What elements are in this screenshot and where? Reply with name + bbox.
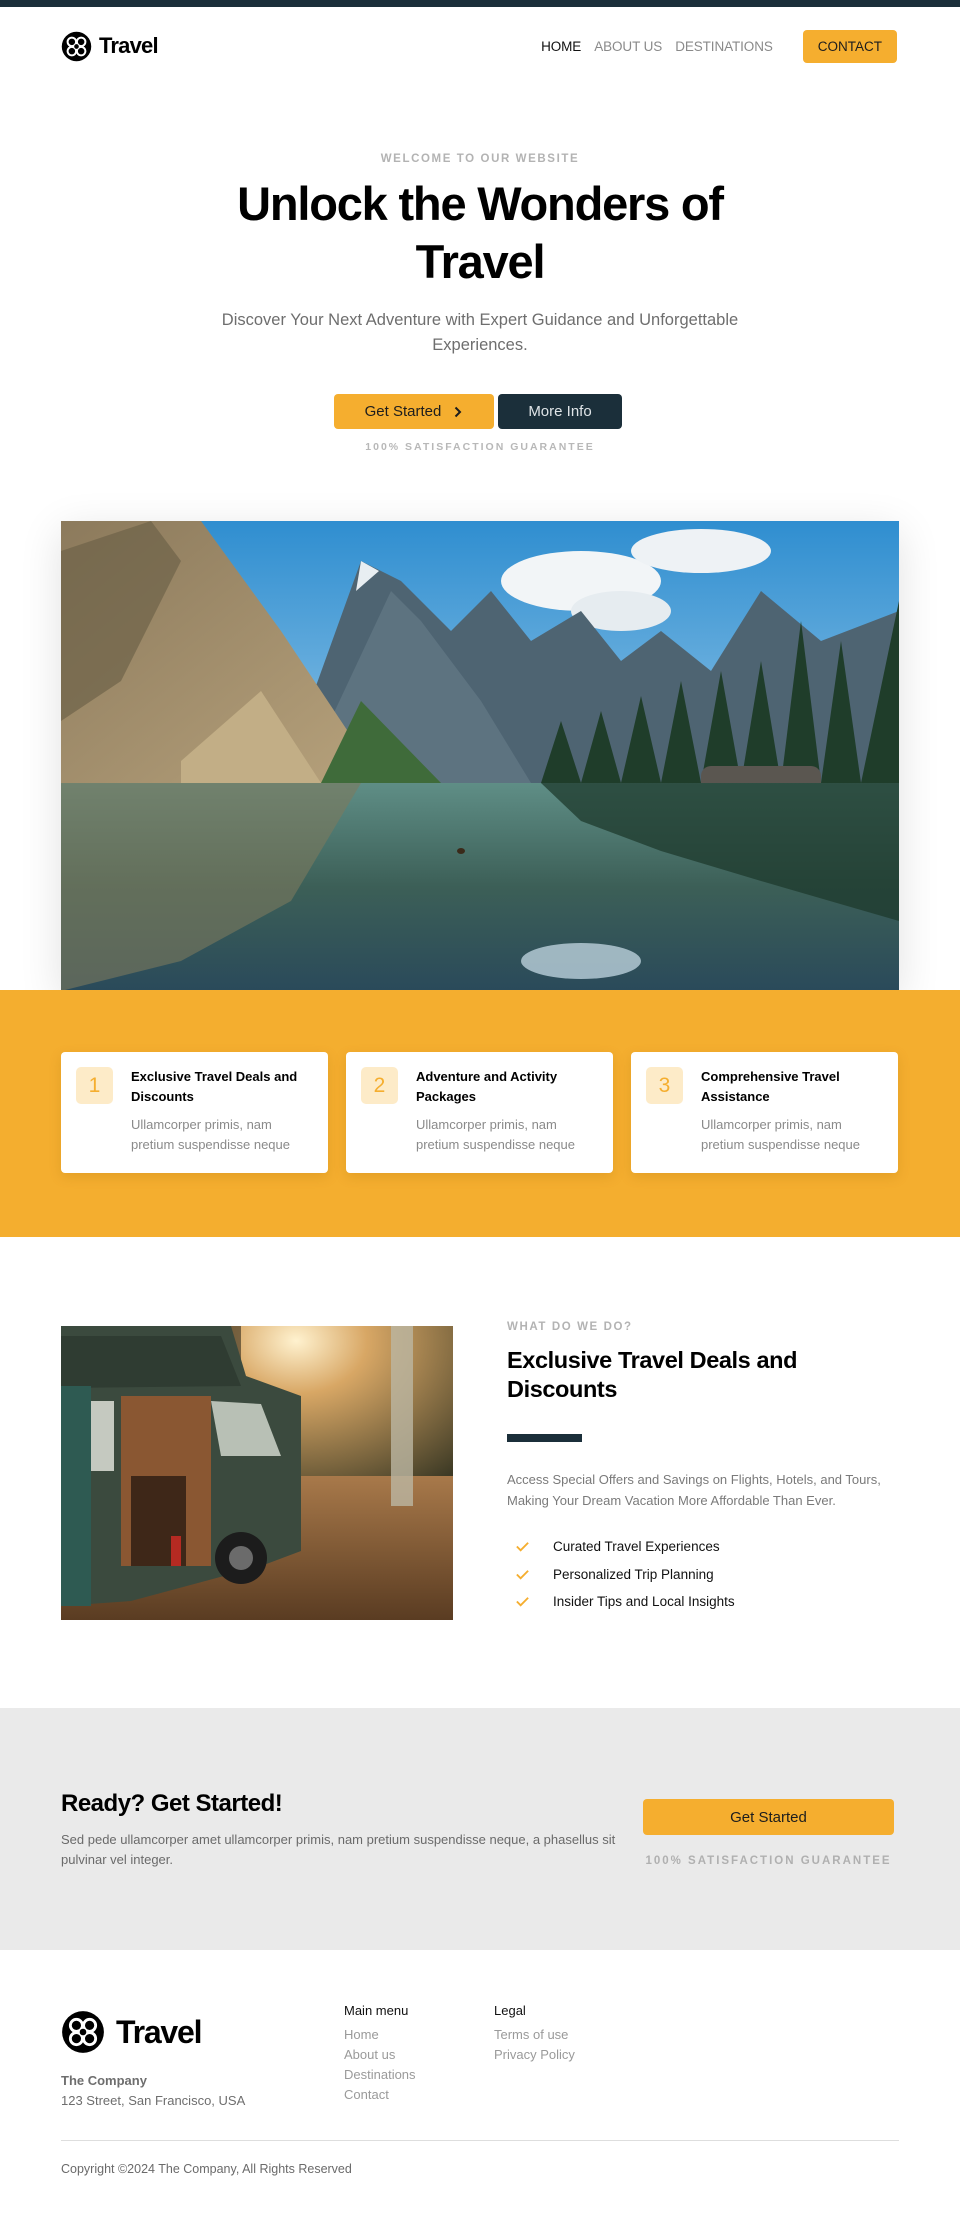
cta-section: Ready? Get Started! Sed pede ullamcorper…	[0, 1708, 960, 1950]
top-accent-bar	[0, 0, 960, 7]
feature-title: Comprehensive Travel Assistance	[701, 1069, 840, 1104]
footer-link-about-us[interactable]: About us	[344, 2045, 416, 2065]
feature-description: Ullamcorper primis, nam pretium suspendi…	[416, 1117, 575, 1152]
list-item-label: Insider Tips and Local Insights	[553, 1594, 735, 1610]
features-section: 1 Exclusive Travel Deals and Discounts U…	[0, 990, 960, 1237]
knot-circle-icon	[61, 31, 92, 61]
about-image	[61, 1326, 453, 1620]
footer-address: 123 Street, San Francisco, USA	[61, 2093, 246, 2108]
footer-link-contact[interactable]: Contact	[344, 2085, 416, 2105]
feature-title: Exclusive Travel Deals and Discounts	[131, 1069, 298, 1104]
footer-link-home[interactable]: Home	[344, 2025, 416, 2045]
cta-title: Ready? Get Started!	[61, 1790, 283, 1817]
site-header: Travel HOME ABOUT US DESTINATIONS CONTAC…	[61, 29, 897, 63]
copyright: Copyright ©2024 The Company, All Rights …	[61, 2162, 352, 2176]
hero-guarantee: 100% SATISFACTION GUARANTEE	[365, 441, 595, 453]
more-info-button[interactable]: More Info	[498, 394, 622, 429]
footer-column-heading: Legal	[494, 2003, 526, 2018]
nav-about-us[interactable]: ABOUT US	[594, 39, 662, 54]
footer-divider	[61, 2140, 899, 2141]
footer-link-privacy[interactable]: Privacy Policy	[494, 2045, 575, 2065]
list-item: Curated Travel Experiences	[507, 1533, 735, 1561]
footer-logo-link[interactable]: Travel	[61, 2010, 203, 2054]
feature-number: 2	[361, 1067, 398, 1104]
hero-buttons: Get Started More Info	[334, 394, 622, 429]
list-item: Insider Tips and Local Insights	[507, 1588, 735, 1616]
about-feature-list: Curated Travel Experiences Personalized …	[507, 1533, 735, 1616]
logo-link[interactable]: Travel	[61, 31, 159, 62]
feature-number: 1	[76, 1067, 113, 1104]
main-nav: HOME ABOUT US DESTINATIONS CONTACT	[541, 29, 897, 63]
hero-image	[61, 521, 899, 991]
footer-link-terms[interactable]: Terms of use	[494, 2025, 575, 2045]
logo-text: Travel	[99, 33, 159, 58]
about-title: Exclusive Travel Deals and Discounts	[507, 1347, 798, 1402]
feature-card: 2 Adventure and Activity Packages Ullamc…	[346, 1052, 613, 1173]
footer-legal: Legal Terms of use Privacy Policy	[494, 2003, 575, 2065]
nav-destinations[interactable]: DESTINATIONS	[675, 39, 773, 54]
footer-link-destinations[interactable]: Destinations	[344, 2065, 416, 2085]
camper-van-image	[61, 1326, 453, 1620]
title-underline	[507, 1434, 582, 1442]
about-description: Access Special Offers and Savings on Fli…	[507, 1472, 881, 1508]
nav-home[interactable]: HOME	[541, 39, 581, 54]
check-icon	[516, 1569, 529, 1580]
list-item-label: Curated Travel Experiences	[553, 1539, 720, 1555]
cta-description: Sed pede ullamcorper amet ullamcorper pr…	[61, 1832, 616, 1867]
list-item: Personalized Trip Planning	[507, 1561, 735, 1589]
list-item-label: Personalized Trip Planning	[553, 1566, 714, 1582]
knot-circle-icon	[62, 2011, 104, 2053]
hero-eyebrow: WELCOME TO OUR WEBSITE	[380, 153, 580, 165]
footer-logo-text: Travel	[116, 2013, 203, 2050]
get-started-label: Get Started	[364, 403, 442, 420]
footer-company-name: The Company	[61, 2073, 147, 2088]
footer-column-heading: Main menu	[344, 2003, 409, 2018]
chevron-right-icon	[455, 406, 462, 417]
hero-subtitle: Discover Your Next Adventure with Expert…	[221, 311, 739, 354]
feature-card: 1 Exclusive Travel Deals and Discounts U…	[61, 1052, 328, 1173]
feature-description: Ullamcorper primis, nam pretium suspendi…	[701, 1117, 860, 1152]
contact-button[interactable]: CONTACT	[802, 29, 897, 63]
feature-number: 3	[646, 1067, 683, 1104]
feature-card: 3 Comprehensive Travel Assistance Ullamc…	[631, 1052, 898, 1173]
cta-guarantee: 100% SATISFACTION GUARANTEE	[645, 1855, 892, 1867]
get-started-button[interactable]: Get Started	[334, 394, 494, 429]
cta-get-started-button[interactable]: Get Started	[643, 1799, 894, 1835]
feature-title: Adventure and Activity Packages	[416, 1069, 558, 1104]
about-eyebrow: WHAT DO WE DO?	[507, 1321, 633, 1333]
footer-main-menu: Main menu Home About us Destinations Con…	[344, 2003, 416, 2105]
hero-title: Unlock the Wonders of Travel	[237, 177, 724, 288]
feature-description: Ullamcorper primis, nam pretium suspendi…	[131, 1117, 290, 1152]
check-icon	[516, 1597, 529, 1607]
mountain-lake-image	[61, 521, 899, 991]
check-icon	[516, 1542, 529, 1552]
